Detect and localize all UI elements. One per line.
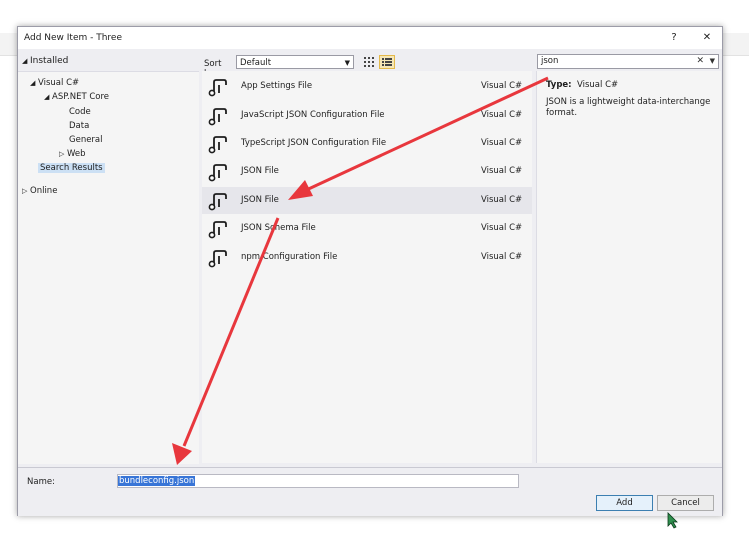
mouse-cursor-icon xyxy=(667,512,678,529)
annotation-arrow xyxy=(172,217,280,465)
annotation-overlay xyxy=(172,76,678,529)
annotation-arrow xyxy=(288,76,549,200)
